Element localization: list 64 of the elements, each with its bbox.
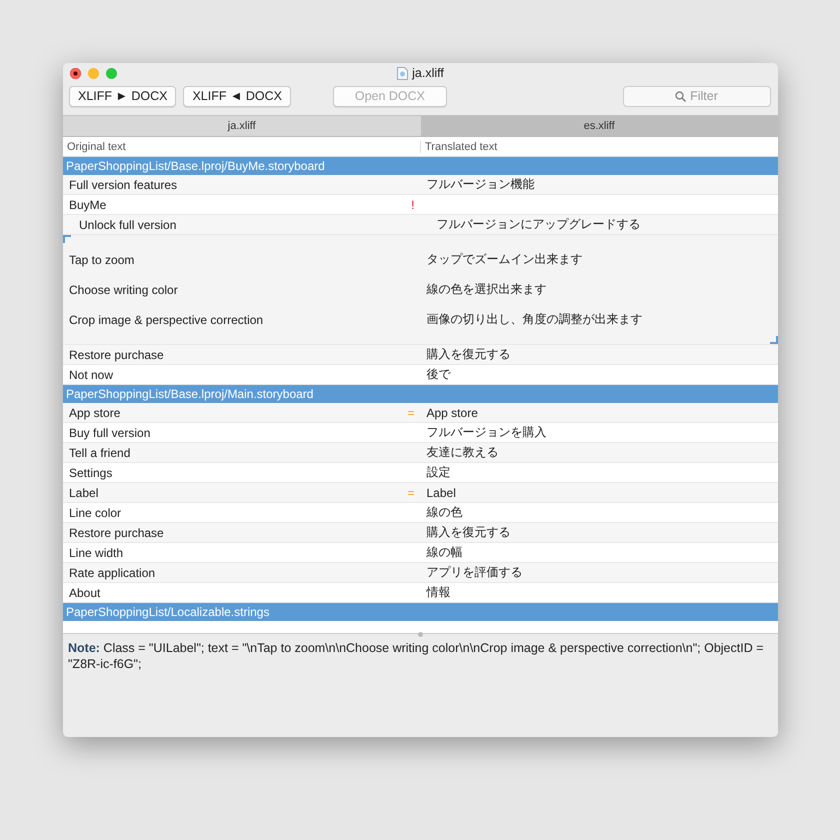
search-icon bbox=[675, 90, 686, 102]
filter-field[interactable]: Filter bbox=[623, 86, 771, 106]
source-text: Buy full version bbox=[69, 426, 150, 440]
translated-text: 友達に教える bbox=[426, 444, 498, 461]
focus-corner-icon bbox=[63, 235, 71, 243]
source-text: Unlock full version bbox=[79, 218, 176, 232]
source-text: Tell a friend bbox=[69, 446, 130, 460]
table-row[interactable]: Rate application アプリを評価する bbox=[63, 563, 778, 583]
source-text: Restore purchase bbox=[69, 348, 164, 362]
table-row[interactable]: Label = Label bbox=[63, 483, 778, 503]
column-header: Original text bbox=[66, 140, 127, 152]
source-text: App store bbox=[69, 406, 120, 420]
status-marker: ! bbox=[411, 198, 414, 212]
table-row[interactable]: Full version features フルバージョン機能 bbox=[63, 175, 778, 195]
translated-text: 線の幅 bbox=[426, 544, 462, 561]
source-text: BuyMe bbox=[69, 198, 106, 212]
close-button[interactable] bbox=[70, 68, 81, 78]
translated-text: 購入を復元する bbox=[426, 346, 510, 363]
translated-text: フルバージョンを購入 bbox=[426, 424, 546, 441]
source-text: Restore purchase bbox=[69, 526, 164, 540]
tab[interactable]: es.xliff bbox=[420, 116, 778, 136]
table-row[interactable]: App store = App store bbox=[63, 403, 778, 423]
source-text: Tap to zoom bbox=[69, 252, 134, 266]
tab[interactable]: ja.xliff bbox=[63, 116, 420, 136]
source-text: Full version features bbox=[69, 178, 178, 192]
translated-text: 線の色を選択出来ます bbox=[426, 281, 546, 298]
translated-text: 後で bbox=[426, 366, 450, 383]
focus-corner-icon bbox=[770, 336, 778, 344]
table-row[interactable]: Tell a friend 友達に教える bbox=[63, 443, 778, 463]
translated-text: App store bbox=[426, 406, 478, 420]
table-row[interactable]: Unlock full version フルバージョンにアップグレードする bbox=[63, 215, 778, 235]
source-text: Settings bbox=[69, 466, 112, 480]
column-header: Translated text bbox=[420, 140, 778, 152]
source-text: Label bbox=[69, 486, 98, 500]
zoom-button[interactable] bbox=[106, 68, 117, 78]
translated-text: 画像の切り出し、角度の調整が出来ます bbox=[426, 311, 642, 328]
toolbar-button[interactable]: XLIFF ◄ DOCX bbox=[183, 86, 291, 106]
toolbar-button[interactable]: XLIFF ► DOCX bbox=[69, 86, 176, 106]
source-text: Crop image & perspective correction bbox=[69, 312, 264, 326]
translated-text: 購入を復元する bbox=[426, 524, 510, 541]
split-handle[interactable] bbox=[418, 632, 423, 637]
status-marker: = bbox=[407, 486, 414, 500]
translated-text: フルバージョンにアップグレードする bbox=[436, 216, 640, 233]
source-text: About bbox=[69, 586, 100, 600]
source-text: Not now bbox=[69, 368, 114, 382]
status-marker: = bbox=[407, 406, 414, 420]
translated-text: アプリを評価する bbox=[426, 564, 522, 581]
translated-text: 情報 bbox=[426, 584, 450, 601]
translated-text: フルバージョン機能 bbox=[426, 176, 534, 193]
translated-text: 線の色 bbox=[426, 504, 462, 521]
source-text: Line width bbox=[69, 546, 124, 560]
note-text: Note: Class = "UILabel"; text = "\nTap to zoom\n\nChoose writing color\n\nCrop image & perspective correction\n"; ObjectID = "Z8R-ic-f6G"; bbox=[67, 640, 765, 673]
source-text: Rate application bbox=[69, 566, 156, 580]
source-text: Choose writing color bbox=[69, 282, 178, 296]
source-text: Line color bbox=[69, 506, 122, 520]
translated-text: Label bbox=[426, 486, 456, 500]
minimize-button[interactable] bbox=[88, 68, 99, 78]
translated-text: タップでズームイン出来ます bbox=[426, 251, 582, 268]
table-row[interactable]: Restore purchase 購入を復元する bbox=[63, 345, 778, 365]
table-row[interactable]: Restore purchase 購入を復元する bbox=[63, 523, 778, 543]
window-title: ja.xliff bbox=[412, 66, 444, 80]
document-icon bbox=[397, 66, 408, 80]
multiline-row[interactable]: Tap to zoom タップでズームイン出来ます Choose writing color 線の色を選択出来ます Crop image & perspective correction 画像の切り出し、角度の調整が出来ます bbox=[63, 235, 778, 345]
translated-text: 設定 bbox=[426, 464, 450, 481]
